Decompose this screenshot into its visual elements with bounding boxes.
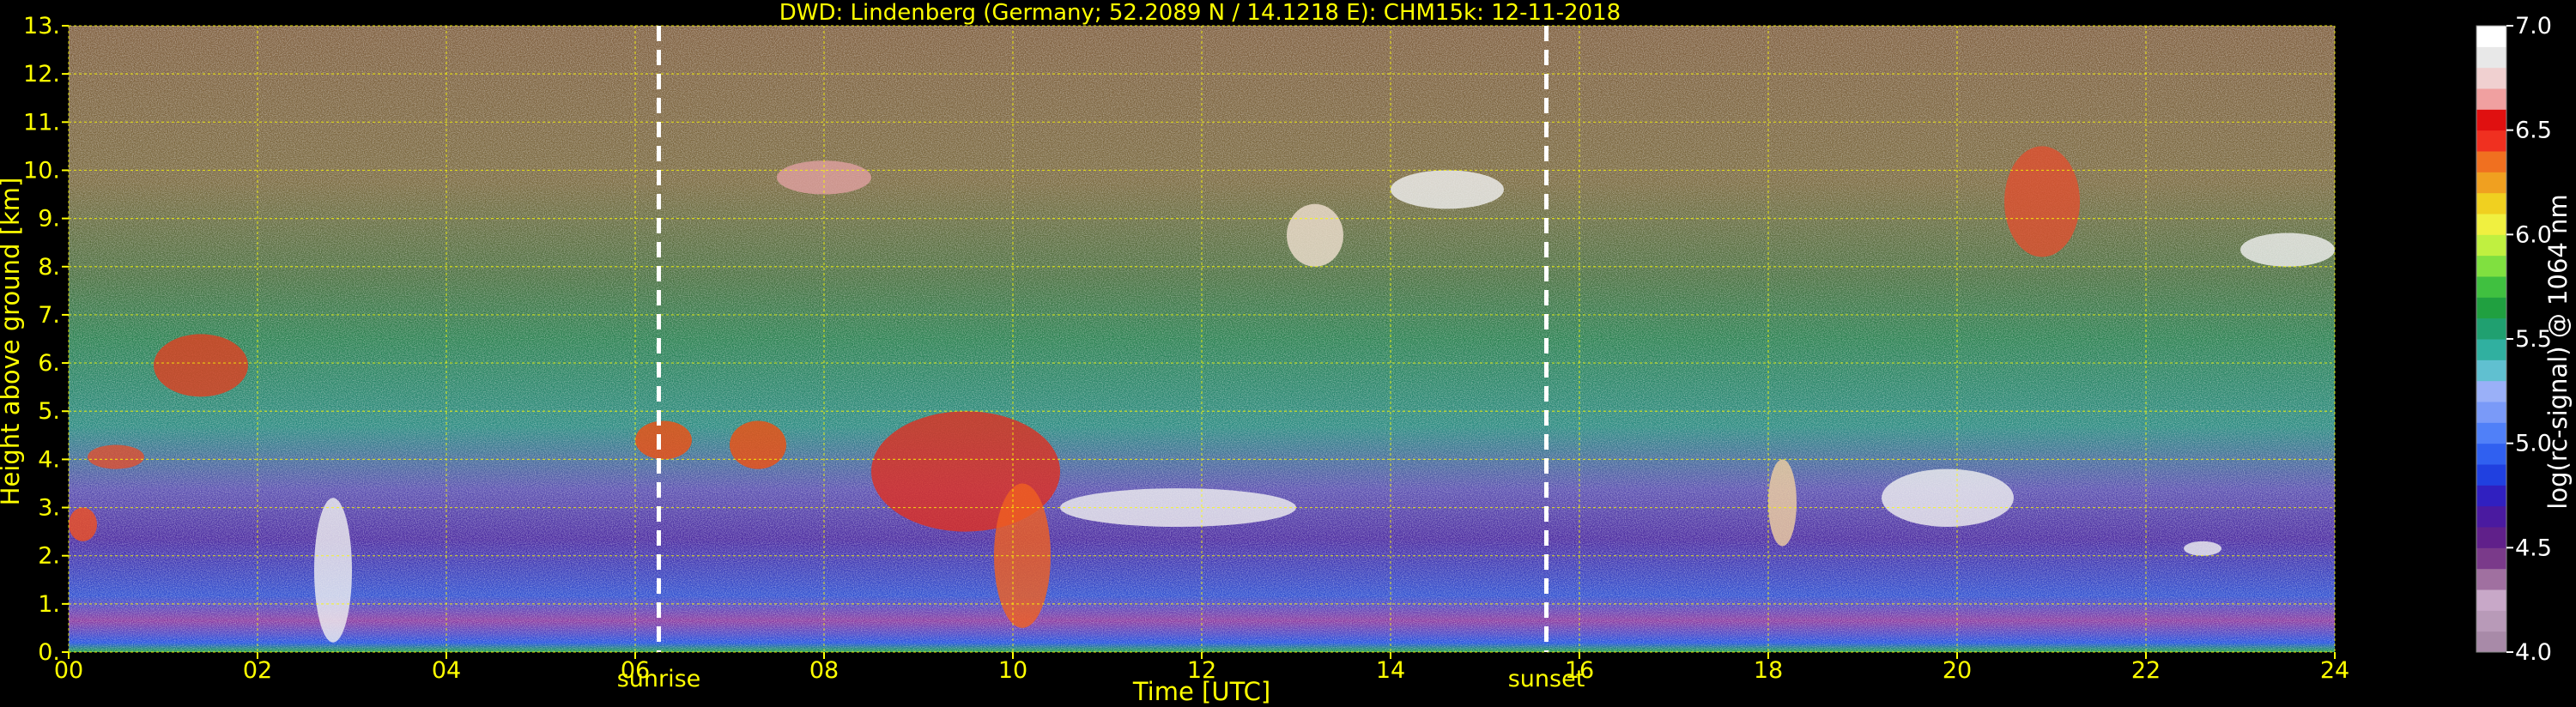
x-tick-label-3: 06 [621, 657, 650, 684]
colorbar-segment-21 [2476, 192, 2506, 215]
colorbar-segment-0 [2476, 631, 2506, 653]
cloud-feature-0 [154, 334, 248, 397]
y-tick-label-13: 13. [23, 13, 60, 39]
colorbar-segment-15 [2476, 317, 2506, 340]
ceilometer-chart: sunrise sunset 00 02 04 06 08 10 12 14 16 18 20 22 24… [0, 0, 2573, 706]
cloud-feature-3 [314, 498, 352, 643]
colorbar-segment-20 [2476, 214, 2506, 235]
y-tick-label-2: 2. [38, 543, 60, 570]
colorbar-segment-7 [2476, 485, 2506, 507]
colorbar-segment-4 [2476, 547, 2506, 570]
x-tick-label-5: 10 [998, 657, 1027, 684]
colorbar-segment-19 [2476, 234, 2506, 257]
colorbar-label: log(rc-signal) @ 1064 nm [2543, 194, 2573, 509]
y-tick-label-3: 3. [38, 495, 60, 522]
chart-title: DWD: Lindenberg (Germany; 52.2089 N / 14… [779, 0, 1621, 26]
y-tick-label-6: 6. [38, 350, 60, 377]
colorbar-tick-label-5: 6.5 [2515, 118, 2552, 144]
cloud-feature-12 [2240, 233, 2335, 267]
colorbar-segment-9 [2476, 443, 2506, 465]
cloud-feature-11 [2004, 146, 2080, 257]
y-tick-label-12: 12. [23, 61, 60, 88]
cloud-feature-5 [730, 420, 786, 469]
y-tick-label-4: 4. [38, 446, 60, 473]
colorbar-segment-3 [2476, 568, 2506, 590]
x-tick-label-9: 18 [1754, 657, 1783, 684]
colorbar [2476, 25, 2507, 653]
y-axis-label: Height above ground [km] [0, 178, 25, 506]
y-tick-label-11: 11. [23, 109, 60, 136]
colorbar-tick-label-6: 7.0 [2515, 13, 2552, 39]
y-tick-label-8: 8. [38, 254, 60, 281]
cloud-feature-14 [1882, 468, 2014, 527]
colorbar-segment-29 [2476, 26, 2506, 47]
x-tick-label-7: 14 [1376, 657, 1405, 684]
x-tick-label-1: 02 [243, 657, 272, 684]
colorbar-segment-18 [2476, 255, 2506, 277]
x-tick-label-10: 20 [1943, 657, 1972, 684]
colorbar-segment-1 [2476, 610, 2506, 632]
colorbar-segment-25 [2476, 109, 2506, 131]
colorbar-segment-24 [2476, 130, 2506, 152]
x-tick-label-8: 16 [1565, 657, 1594, 684]
y-tick-label-10: 10. [23, 157, 60, 184]
cloud-feature-1 [69, 507, 97, 541]
colorbar-segment-11 [2476, 402, 2506, 423]
colorbar-segment-5 [2476, 527, 2506, 548]
colorbar-segment-6 [2476, 505, 2506, 528]
y-tick-label-5: 5. [38, 398, 60, 425]
x-tick-label-2: 04 [432, 657, 461, 684]
cloud-feature-13 [1768, 459, 1797, 547]
cloud-feature-2 [88, 444, 144, 469]
colorbar-segment-23 [2476, 151, 2506, 172]
cloud-feature-16 [2184, 541, 2221, 556]
y-axis-ticks: 0. 1. 2. 3. 4. 5. 6. 7. 8. 9. 10. 11. 12. 13. [23, 13, 69, 666]
x-tick-label-11: 22 [2131, 657, 2161, 684]
colorbar-segment-8 [2476, 464, 2506, 486]
colorbar-segment-17 [2476, 276, 2506, 298]
colorbar-segment-27 [2476, 67, 2506, 89]
colorbar-tick-label-0: 4.0 [2515, 639, 2552, 666]
y-tick-label-7: 7. [38, 302, 60, 329]
colorbar-segment-2 [2476, 589, 2506, 611]
colorbar-segment-14 [2476, 339, 2506, 360]
colorbar-segment-26 [2476, 88, 2506, 110]
colorbar-tick-label-1: 4.5 [2515, 535, 2552, 561]
y-tick-label-0: 0. [38, 639, 60, 666]
x-tick-label-4: 08 [809, 657, 839, 684]
cloud-feature-4 [635, 420, 692, 460]
colorbar-segment-13 [2476, 360, 2506, 382]
y-tick-label-1: 1. [38, 591, 60, 618]
y-tick-label-9: 9. [38, 206, 60, 233]
cloud-feature-9 [1391, 170, 1504, 209]
colorbar-segment-10 [2476, 422, 2506, 444]
x-axis-label: Time [UTC] [1132, 677, 1270, 706]
colorbar-segment-28 [2476, 46, 2506, 69]
x-tick-label-12: 24 [2320, 657, 2349, 684]
colorbar-segment-12 [2476, 380, 2506, 402]
colorbar-segment-22 [2476, 172, 2506, 194]
cloud-feature-8 [1287, 203, 1343, 267]
colorbar-segment-16 [2476, 297, 2506, 319]
